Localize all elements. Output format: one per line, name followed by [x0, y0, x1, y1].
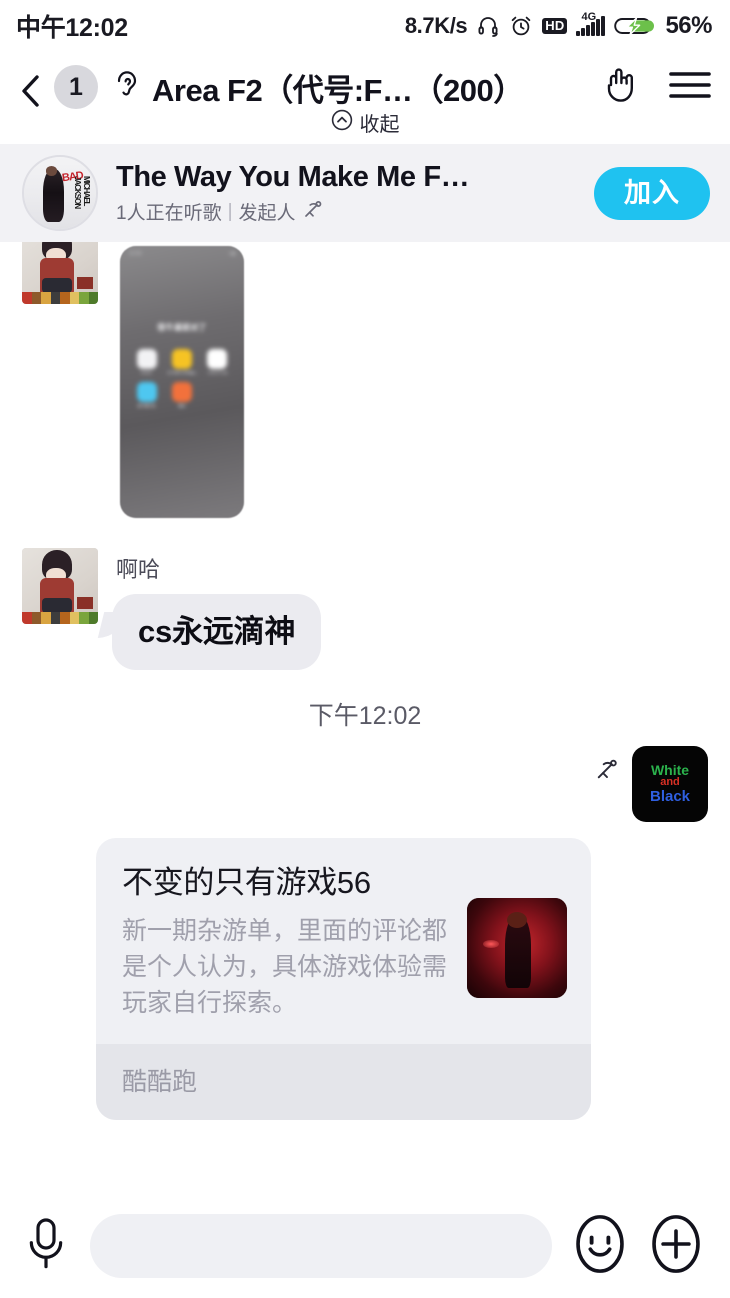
hammer-sickle-icon: [594, 756, 620, 787]
message-list[interactable]: 12:50 ▪▪▮ 很牛逼就对了 Roblox 元气符号-符号输入 CRAZYC…: [0, 242, 730, 1194]
album-art-image: BAD MICHAEL JACKSON: [22, 155, 98, 231]
chat-screen: 中午12:02 8.7K/s HD 4G 56% 1 Area F2（代号:F……: [0, 0, 730, 1298]
hamburger-menu-icon[interactable]: [668, 68, 712, 107]
status-bar-indicators: 8.7K/s HD 4G 56%: [404, 11, 713, 40]
link-card[interactable]: 不变的只有游戏56 新一期杂游单，里面的评论都是个人认为，具体游戏体验需玩家自行…: [96, 837, 591, 1120]
collapse-button[interactable]: 收起: [18, 107, 712, 137]
link-card-thumbnail: [467, 897, 567, 998]
music-info: The Way You Make Me F… 1人正在听歌 | 发起人: [116, 161, 576, 225]
avatar[interactable]: [22, 548, 98, 624]
album-art-artist-text: MICHAEL JACKSON: [72, 175, 91, 208]
microphone-icon[interactable]: [22, 1216, 70, 1277]
music-title: The Way You Make Me F…: [116, 160, 470, 193]
page-title: Area F2（代号:F…（200）: [152, 72, 524, 108]
link-card-footer: 酷酷跑: [96, 1043, 591, 1120]
chat-header: 1 Area F2（代号:F…（200） 收起: [0, 52, 730, 144]
link-card-title: 不变的只有游戏56: [122, 864, 371, 900]
avatar[interactable]: [22, 242, 98, 304]
alarm-clock-icon: [509, 14, 533, 38]
collapse-label: 收起: [359, 113, 400, 136]
network-type-label: 4G: [581, 11, 597, 23]
message-image: 12:50 ▪▪▮ 很牛逼就对了 Roblox 元气符号-符号输入 CRAZYC…: [22, 242, 708, 518]
message-input[interactable]: [90, 1214, 552, 1278]
avatar-text-line3: Black: [649, 787, 691, 805]
message-text: 啊哈 cs永远滴神: [22, 548, 708, 670]
ear-icon: [110, 67, 140, 108]
battery-charging-icon: [614, 14, 656, 38]
plus-circle-icon[interactable]: [648, 1213, 704, 1280]
network-speed-label: 8.7K/s: [404, 13, 468, 38]
subtitle-separator: |: [227, 200, 233, 222]
avatar[interactable]: White and Black: [632, 745, 708, 822]
join-button[interactable]: 加入: [594, 166, 710, 220]
hammer-sickle-icon: [302, 198, 324, 225]
message-outgoing: White and Black: [22, 745, 708, 822]
battery-percent-label: 56%: [665, 12, 712, 39]
link-card-description: 新一期杂游单，里面的评论都是个人认为，具体游戏体验需玩家自行探索。: [122, 916, 448, 1018]
sender-name: 啊哈: [116, 557, 161, 582]
signal-4g-icon: 4G: [576, 11, 606, 36]
shared-screenshot-image[interactable]: 12:50 ▪▪▮ 很牛逼就对了 Roblox 元气符号-符号输入 CRAZYC…: [120, 246, 244, 518]
status-bar-time: 中午12:02: [16, 14, 128, 42]
message-text-content: cs永远滴神: [138, 614, 296, 649]
headset-icon: [476, 14, 500, 38]
chevron-up-circle-icon: [331, 109, 353, 136]
music-banner[interactable]: BAD MICHAEL JACKSON The Way You Make Me …: [0, 144, 730, 242]
unread-count-badge[interactable]: 1: [54, 65, 98, 109]
composer-bar: [0, 1194, 730, 1298]
smiley-face-icon[interactable]: [572, 1213, 628, 1280]
avatar-text-line1: White: [650, 761, 690, 778]
music-subtitle: 1人正在听歌 | 发起人: [116, 198, 576, 225]
listener-count-label: 1人正在听歌: [116, 203, 222, 225]
status-bar: 中午12:02 8.7K/s HD 4G 56%: [0, 0, 730, 52]
initiator-label: 发起人: [238, 203, 296, 225]
rock-hand-icon[interactable]: [600, 63, 642, 112]
message-bubble[interactable]: cs永远滴神: [112, 594, 322, 670]
link-card-source: 酷酷跑: [122, 1067, 198, 1096]
chevron-left-icon[interactable]: [18, 74, 44, 107]
hd-icon: HD: [542, 17, 568, 35]
time-divider: 下午12:02: [308, 701, 422, 730]
